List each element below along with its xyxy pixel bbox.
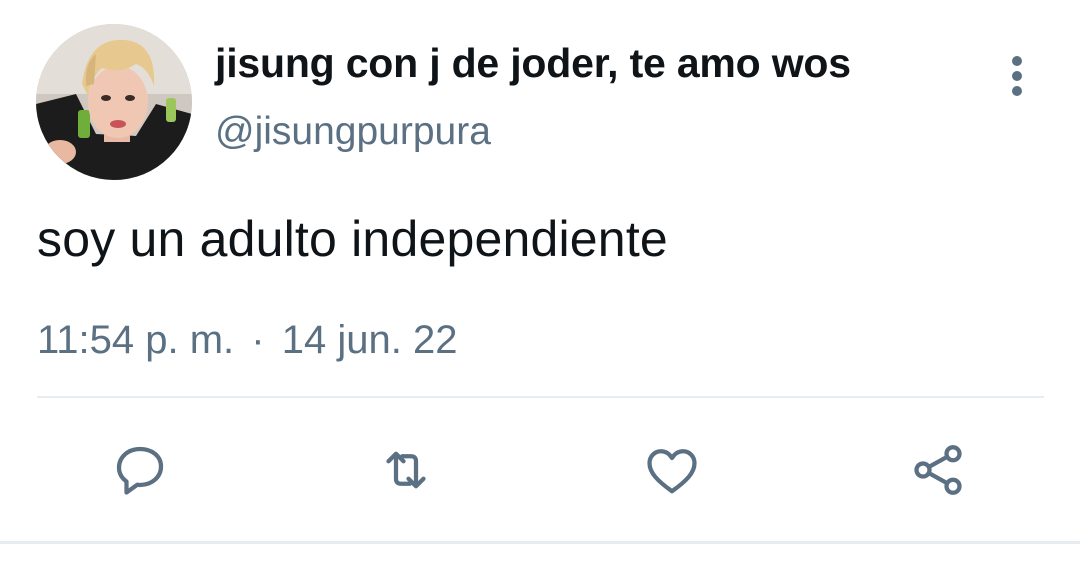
heart-icon [647,449,697,494]
share-icon [914,445,962,495]
avatar-photo [36,24,192,180]
more-dot [1012,86,1022,96]
retweet-icon [386,451,426,489]
tweet-timestamp[interactable]: 11:54 p. m. · 14 jun. 22 [37,318,457,363]
bottom-divider [0,541,1080,544]
more-dot [1012,56,1022,66]
retweet-button[interactable] [374,438,438,502]
reply-icon [116,446,164,495]
tweet-detail: jisung con j de joder, te amo wos @jisun… [0,0,1080,561]
tweet-date: 14 jun. 22 [281,318,458,362]
tweet-text: soy un adulto independiente [37,211,668,267]
avatar[interactable] [36,24,192,180]
reply-button[interactable] [108,438,172,502]
more-vertical-icon[interactable] [1002,52,1032,100]
author-display-name[interactable]: jisung con j de joder, te amo wos [215,40,851,87]
tweet-time: 11:54 p. m. [37,318,235,362]
timestamp-separator: · [251,318,265,362]
like-button[interactable] [640,438,704,502]
more-dot [1012,71,1022,81]
divider [37,396,1044,398]
share-button[interactable] [906,438,970,502]
author-handle[interactable]: @jisungpurpura [215,110,491,154]
